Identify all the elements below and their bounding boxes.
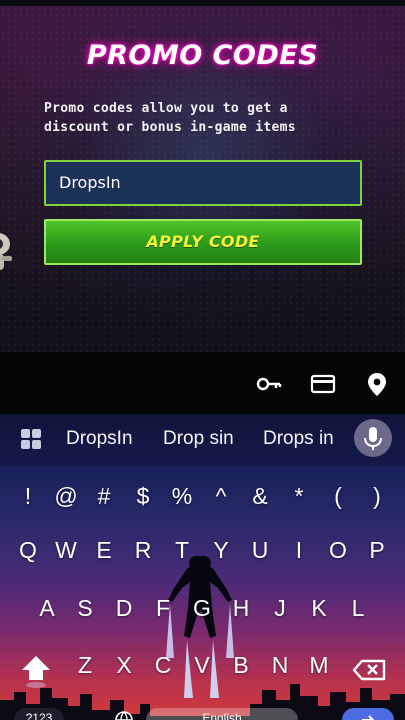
- key[interactable]: G: [185, 588, 219, 628]
- microphone-icon: [364, 427, 382, 450]
- location-pin-icon[interactable]: [363, 370, 391, 398]
- symbols-key[interactable]: ?123: [14, 708, 64, 720]
- page-title: PROMO CODES: [86, 40, 319, 71]
- key[interactable]: I: [282, 530, 316, 570]
- key[interactable]: V: [185, 645, 219, 685]
- key[interactable]: E: [87, 530, 121, 570]
- promo-code-input[interactable]: DropsIn: [44, 160, 362, 206]
- key[interactable]: W: [49, 530, 83, 570]
- key[interactable]: K: [302, 588, 336, 628]
- key[interactable]: *: [282, 476, 316, 516]
- key[interactable]: F: [146, 588, 180, 628]
- key[interactable]: O: [321, 530, 355, 570]
- key[interactable]: &: [243, 476, 277, 516]
- key[interactable]: J: [263, 588, 297, 628]
- key[interactable]: H: [224, 588, 258, 628]
- key[interactable]: $: [126, 476, 160, 516]
- key[interactable]: Y: [204, 530, 238, 570]
- key[interactable]: !: [11, 476, 45, 516]
- suggestion-item[interactable]: DropsIn: [66, 427, 133, 451]
- backspace-icon: [352, 659, 386, 681]
- astronaut-icon: [0, 233, 12, 270]
- globe-icon: [115, 711, 133, 720]
- space-bar[interactable]: English: [146, 708, 298, 720]
- suggestion-item[interactable]: Drops in: [263, 427, 334, 451]
- promo-screen: PROMO CODES Promo codes allow you to get…: [0, 0, 405, 352]
- key[interactable]: (: [321, 476, 355, 516]
- key[interactable]: T: [165, 530, 199, 570]
- shift-arrow-icon: [22, 656, 50, 688]
- key[interactable]: B: [224, 645, 258, 685]
- key[interactable]: P: [360, 530, 394, 570]
- key[interactable]: Z: [68, 645, 102, 685]
- key[interactable]: A: [30, 588, 64, 628]
- keyboard-toolbar: [0, 352, 405, 414]
- backspace-key[interactable]: [350, 650, 390, 690]
- key[interactable]: C: [146, 645, 180, 685]
- key-icon[interactable]: [255, 370, 283, 398]
- promo-description: Promo codes allow you to get a discount …: [44, 99, 374, 137]
- globe-key[interactable]: [108, 708, 140, 720]
- key[interactable]: X: [107, 645, 141, 685]
- key[interactable]: %: [165, 476, 199, 516]
- shift-key[interactable]: [14, 650, 58, 690]
- key[interactable]: U: [243, 530, 277, 570]
- apps-grid-icon[interactable]: [20, 428, 42, 450]
- arrow-right-icon: [362, 715, 375, 720]
- key[interactable]: ^: [204, 476, 238, 516]
- enter-key[interactable]: [342, 708, 394, 720]
- key[interactable]: M: [302, 645, 336, 685]
- key[interactable]: Q: [11, 530, 45, 570]
- description-line: discount or bonus in-game items: [44, 120, 296, 135]
- key[interactable]: L: [341, 588, 375, 628]
- key[interactable]: N: [263, 645, 297, 685]
- description-line: Promo codes allow you to get a: [44, 101, 288, 116]
- key[interactable]: S: [68, 588, 102, 628]
- key[interactable]: ): [360, 476, 394, 516]
- key[interactable]: D: [107, 588, 141, 628]
- key[interactable]: R: [126, 530, 160, 570]
- suggestion-item[interactable]: Drop sin: [163, 427, 234, 451]
- key[interactable]: @: [49, 476, 83, 516]
- card-icon[interactable]: [309, 370, 337, 398]
- microphone-button[interactable]: [354, 419, 392, 457]
- apply-code-button[interactable]: APPLY CODE: [44, 219, 362, 265]
- key[interactable]: #: [87, 476, 121, 516]
- status-bar: [0, 0, 405, 6]
